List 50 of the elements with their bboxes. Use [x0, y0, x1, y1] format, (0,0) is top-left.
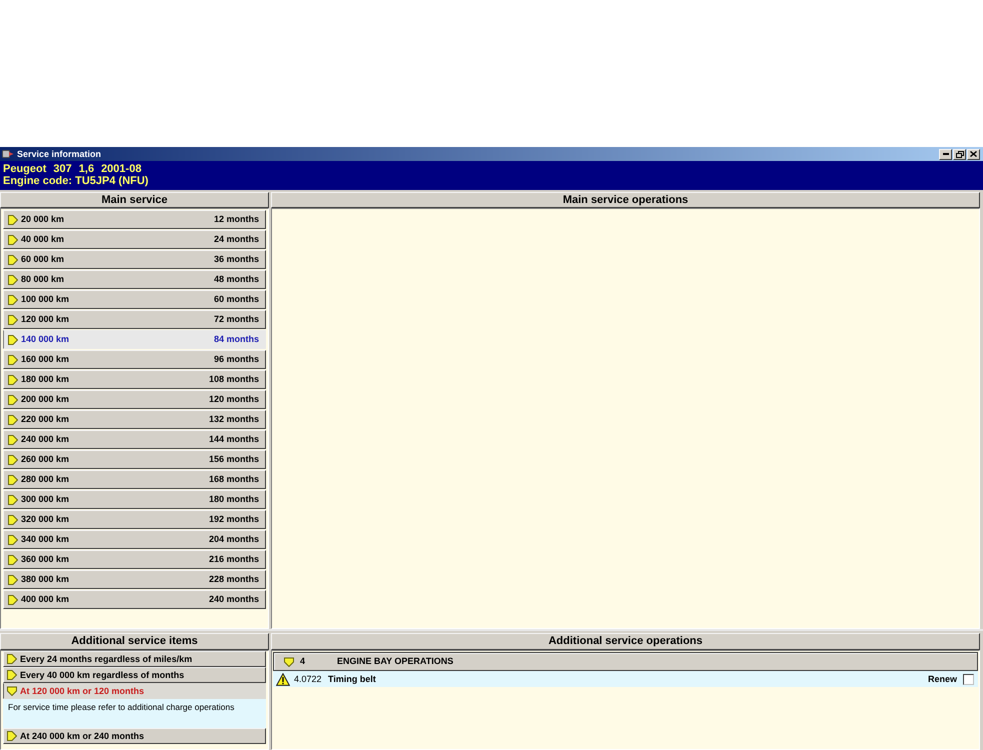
service-interval-button[interactable]: 180 000 km 108 months	[3, 370, 266, 389]
panel-header: Additional service items	[0, 633, 269, 650]
service-interval-button[interactable]: 320 000 km 192 months	[3, 510, 266, 529]
vehicle-engine: 1,6	[78, 164, 94, 175]
service-interval-button[interactable]: 140 000 km 84 months	[3, 330, 266, 349]
service-interval-button[interactable]: 40 000 km 24 months	[3, 230, 266, 249]
panel-header: Main service	[0, 192, 269, 208]
minimize-icon	[942, 153, 948, 155]
vehicle-date: 2001-08	[101, 164, 142, 175]
service-interval-button[interactable]: 160 000 km 96 months	[3, 350, 266, 369]
panel-header: Additional service operations	[271, 633, 980, 650]
close-icon	[970, 151, 977, 157]
service-item-button[interactable]: Every 40 000 km regardless of months	[3, 667, 266, 683]
engine-code: Engine code: TU5JP4 (NFU)	[3, 176, 150, 187]
window-title: Service information	[17, 150, 102, 158]
vehicle-make: Peugeot	[3, 164, 46, 175]
note-text: For service time please refer to additional charge operations	[3, 699, 266, 728]
operation-group-button[interactable]: 4 ENGINE BAY OPERATIONS	[273, 652, 978, 671]
arrow-down-icon	[284, 656, 294, 666]
restore-button[interactable]	[953, 148, 966, 160]
service-interval-button[interactable]: 220 000 km 132 months	[3, 410, 266, 429]
renew-checkbox[interactable]	[963, 674, 974, 684]
service-interval-button[interactable]: 260 000 km 156 months	[3, 450, 266, 469]
service-item-button[interactable]: At 120 000 km or 120 months	[3, 683, 266, 699]
minimize-button[interactable]	[939, 148, 952, 160]
operation-name: Timing belt	[328, 674, 376, 684]
service-interval-button[interactable]: 380 000 km 228 months	[3, 570, 266, 589]
service-interval-button[interactable]: 100 000 km 60 months	[3, 290, 266, 309]
operation-code: 4.0722	[294, 674, 323, 684]
operation-action: Renew	[928, 674, 957, 684]
service-interval-button[interactable]: 360 000 km 216 months	[3, 550, 266, 569]
app-icon	[2, 149, 14, 159]
service-interval-button[interactable]: 60 000 km 36 months	[3, 250, 266, 269]
service-item-button[interactable]: At 240 000 km or 240 months	[3, 728, 266, 744]
service-interval-button[interactable]: 300 000 km 180 months	[3, 490, 266, 509]
service-item-button[interactable]: Every 24 months regardless of miles/km	[3, 651, 266, 667]
restore-icon	[956, 150, 964, 158]
service-interval-button[interactable]: 80 000 km 48 months	[3, 270, 266, 289]
service-interval-button[interactable]: 280 000 km 168 months	[3, 470, 266, 489]
close-button[interactable]	[967, 148, 980, 160]
service-interval-button[interactable]: 340 000 km 204 months	[3, 530, 266, 549]
service-interval-button[interactable]: 200 000 km 120 months	[3, 390, 266, 409]
service-interval-button[interactable]: 400 000 km 240 months	[3, 590, 266, 609]
service-interval-button[interactable]: 240 000 km 144 months	[3, 430, 266, 449]
panel-header: Main service operations	[271, 192, 980, 208]
arrow-down-icon	[7, 686, 17, 696]
arrow-right-icon	[7, 731, 17, 741]
vehicle-model: 307	[53, 164, 72, 175]
service-interval-button[interactable]: 120 000 km 72 months	[3, 310, 266, 329]
service-interval-button[interactable]: 20 000 km 12 months	[3, 210, 266, 229]
